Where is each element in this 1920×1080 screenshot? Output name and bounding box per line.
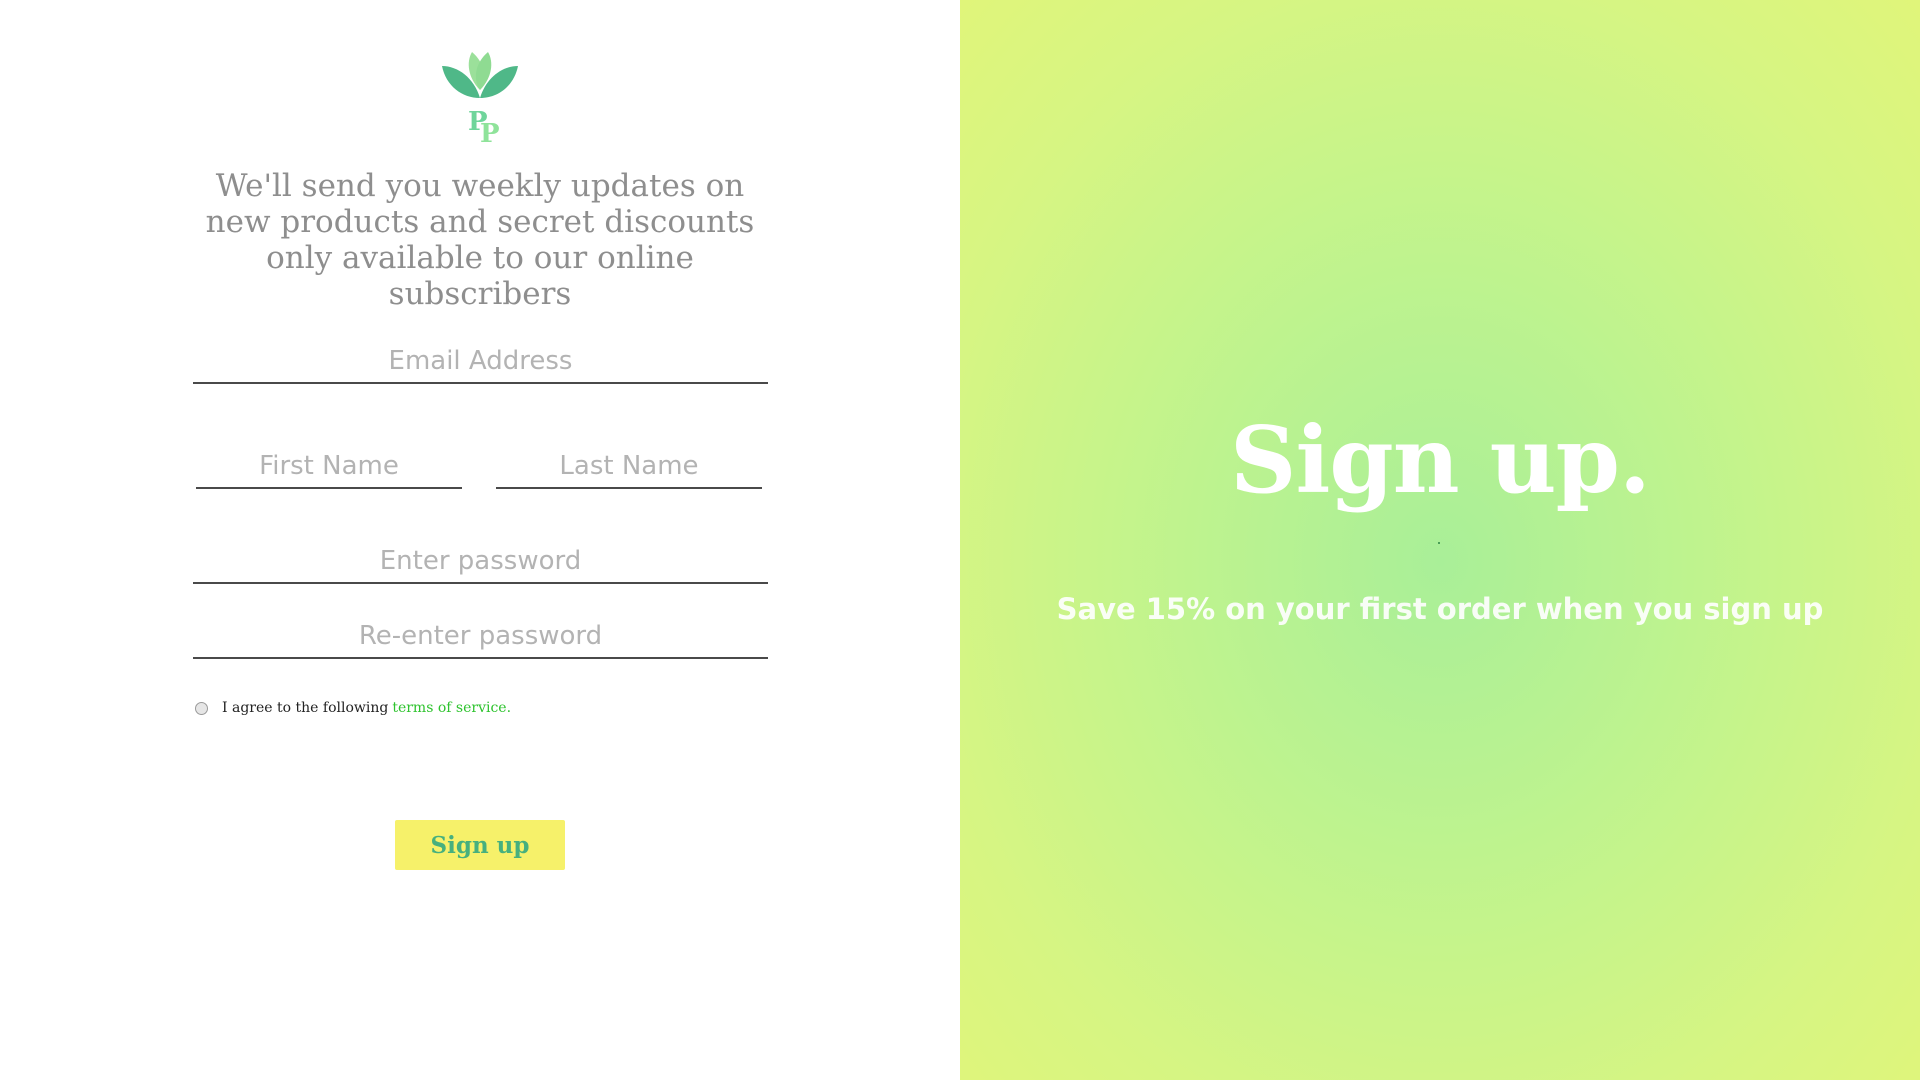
signup-form-panel: P P We'll send you weekly updates on new…: [0, 0, 960, 1080]
svg-text:P: P: [480, 119, 500, 148]
hero-subtitle: Save 15% on your first order when you si…: [1056, 592, 1824, 626]
hero-title: Sign up.: [1230, 406, 1651, 514]
terms-of-service-link[interactable]: terms of service.: [392, 700, 511, 716]
email-field[interactable]: [193, 344, 768, 384]
first-name-field[interactable]: [196, 449, 462, 489]
terms-agreement: I agree to the following terms of servic…: [195, 700, 511, 716]
hero-dot: [1438, 542, 1440, 544]
hero-panel: Sign up. Save 15% on your first order wh…: [960, 0, 1920, 1080]
password-field[interactable]: [193, 544, 768, 584]
confirm-password-field[interactable]: [193, 619, 768, 659]
terms-radio[interactable]: [195, 701, 208, 715]
sign-up-button[interactable]: Sign up: [395, 820, 565, 870]
last-name-field[interactable]: [496, 449, 762, 489]
form-tagline: We'll send you weekly updates on new pro…: [205, 168, 755, 312]
lotus-logo-icon: P P: [442, 52, 518, 148]
terms-label: I agree to the following: [222, 700, 389, 716]
